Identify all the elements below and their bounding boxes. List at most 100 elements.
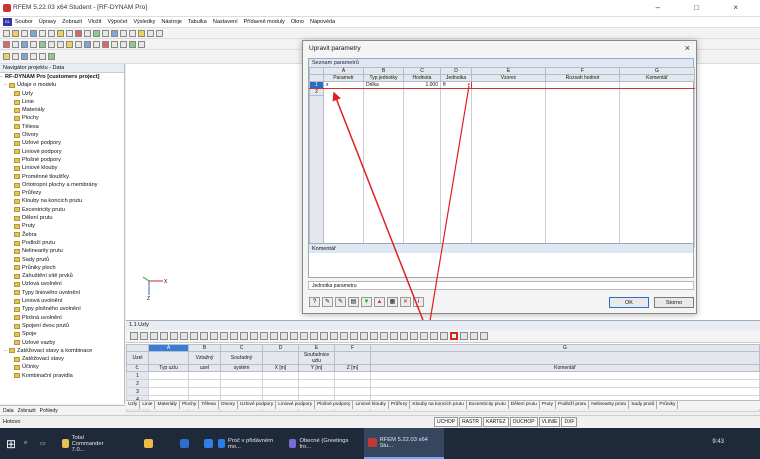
table-tab[interactable]: Excentricity prutu — [467, 401, 509, 409]
app-icon — [218, 439, 225, 448]
column-header: Uzel — [126, 351, 149, 365]
column-letter: E — [298, 344, 335, 352]
table-cell[interactable] — [298, 371, 335, 380]
table-tab[interactable]: Uzlové podpory — [238, 401, 277, 409]
taskbar-item-label: Obecné (Greetings fro... — [299, 437, 349, 450]
taskbar-item[interactable]: Obecné (Greetings fro... — [285, 428, 355, 459]
status-toggle-button[interactable]: KARTEZ — [483, 417, 509, 427]
windows-logo-icon: ⊞ — [6, 436, 17, 451]
table-toolbar — [126, 330, 760, 343]
table-cell[interactable] — [220, 387, 263, 396]
table-cell[interactable] — [262, 371, 299, 380]
column-header: č. — [126, 364, 149, 372]
column-letter: G — [370, 344, 760, 352]
table-tab[interactable]: Materiály — [155, 401, 180, 409]
search-icon[interactable]: ⌕ — [20, 428, 31, 459]
table-cell[interactable] — [334, 387, 371, 396]
taskbar-item-label: RFEM 5.22.03 x64 Stu... — [379, 436, 428, 449]
status-text: Hotovo — [3, 419, 21, 425]
table-tab[interactable]: Dělení prutu — [509, 401, 540, 409]
table-tab[interactable]: Plochy — [180, 401, 200, 409]
table-tab[interactable]: Liniové podpory — [276, 401, 316, 409]
clock: 9:43 — [712, 439, 724, 445]
table-cell[interactable] — [262, 387, 299, 396]
column-header — [148, 351, 189, 365]
table-tabs: Uzly Linie Materiály Plochy Tělesa Otvory Uzlo… — [126, 400, 760, 409]
taskbar: ⊞ ⌕ ▭ Total Commander 7.0... Proč v přidá… — [0, 428, 760, 459]
app-icon — [62, 439, 69, 448]
row-number: 3 — [126, 387, 149, 396]
table-tab[interactable]: Pruty — [540, 401, 556, 409]
table-tab[interactable]: Sady prutů — [629, 401, 658, 409]
column-header — [334, 351, 371, 365]
column-header: Y [m] — [298, 364, 335, 372]
table-cell[interactable] — [188, 379, 221, 388]
table-tab[interactable]: Klouby na koncích prutu — [410, 401, 467, 409]
table-cell[interactable] — [370, 379, 760, 388]
status-toggle-button[interactable]: DXF — [561, 417, 578, 427]
table-cell[interactable] — [148, 387, 189, 396]
table-cell[interactable] — [334, 379, 371, 388]
edit-parameters-icon[interactable] — [450, 332, 458, 340]
column-header: systém — [220, 364, 263, 372]
column-letter: A — [148, 344, 189, 352]
taskbar-item[interactable]: Total Commander 7.0... — [58, 428, 120, 459]
table-cell[interactable] — [334, 371, 371, 380]
status-toggle-button[interactable]: VLINIE — [538, 417, 561, 427]
file-explorer-icon[interactable] — [140, 428, 157, 459]
status-toggle-button[interactable]: OUCHOP — [509, 417, 538, 427]
table-row[interactable]: 1 — [126, 371, 760, 380]
column-header: X [m] — [262, 364, 299, 372]
table-tab[interactable]: Uzly — [126, 401, 141, 409]
table-tab[interactable]: Podloží prutu — [556, 401, 590, 409]
app-icon — [368, 438, 377, 447]
column-header: Vztažný — [188, 351, 221, 365]
column-header: Souřadnice uzlu — [298, 351, 335, 365]
edge-icon[interactable] — [176, 428, 193, 459]
table-tab[interactable]: Nelinearity prutu — [589, 401, 630, 409]
table-cell[interactable] — [370, 387, 760, 396]
table-panel-title: 1.1 Uzly — [126, 321, 760, 330]
table-tab[interactable]: Tělesa — [199, 401, 219, 409]
start-button[interactable]: ⊞ — [2, 428, 20, 459]
column-letter — [126, 344, 149, 352]
table-cell[interactable] — [220, 371, 263, 380]
table-row[interactable]: 2 — [126, 379, 760, 388]
column-letter: D — [262, 344, 299, 352]
row-number: 2 — [126, 379, 149, 388]
nodes-table-panel: 1.1 Uzly A B C D E F G Uzel Vztažný Souřadný Souřa… — [126, 320, 760, 412]
table-tab[interactable]: Plošné podpory — [315, 401, 354, 409]
table-tab[interactable]: Linie — [140, 401, 156, 409]
table-cell[interactable] — [298, 379, 335, 388]
table-cell[interactable] — [188, 371, 221, 380]
table-tab[interactable]: Otvory — [219, 401, 238, 409]
table-cell[interactable] — [148, 379, 189, 388]
table-cell[interactable] — [262, 379, 299, 388]
column-header: uzel — [188, 364, 221, 372]
row-number: 1 — [126, 371, 149, 380]
table-tab[interactable]: Průniky — [657, 401, 679, 409]
status-toggle-button[interactable]: RASTR — [459, 417, 483, 427]
table-tab[interactable]: Průřezy — [389, 401, 411, 409]
column-letter: F — [334, 344, 371, 352]
table-row[interactable]: 3 — [126, 387, 760, 396]
task-view-icon[interactable]: ▭ — [36, 428, 49, 459]
column-letter: C — [220, 344, 263, 352]
column-letter: B — [188, 344, 221, 352]
taskbar-item-label: Proč v přidávném mo... — [227, 437, 274, 450]
taskbar-item[interactable]: RFEM 5.22.03 x64 Stu... — [364, 428, 444, 459]
chrome-icon[interactable] — [200, 428, 217, 459]
column-header: Typ uzlu — [148, 364, 189, 372]
status-toggle-button[interactable]: UCHOP — [434, 417, 459, 427]
column-header: Komentář — [370, 364, 760, 372]
table-cell[interactable] — [298, 387, 335, 396]
table-cell[interactable] — [220, 379, 263, 388]
column-header — [262, 351, 299, 365]
table-tab[interactable]: Liniové klouby — [353, 401, 389, 409]
taskbar-item[interactable]: Proč v přidávném mo... — [214, 428, 278, 459]
table-cell[interactable] — [148, 371, 189, 380]
table-cell[interactable] — [188, 387, 221, 396]
table-cell[interactable] — [370, 371, 760, 380]
column-header: Souřadný — [220, 351, 263, 365]
app-icon — [289, 439, 297, 448]
